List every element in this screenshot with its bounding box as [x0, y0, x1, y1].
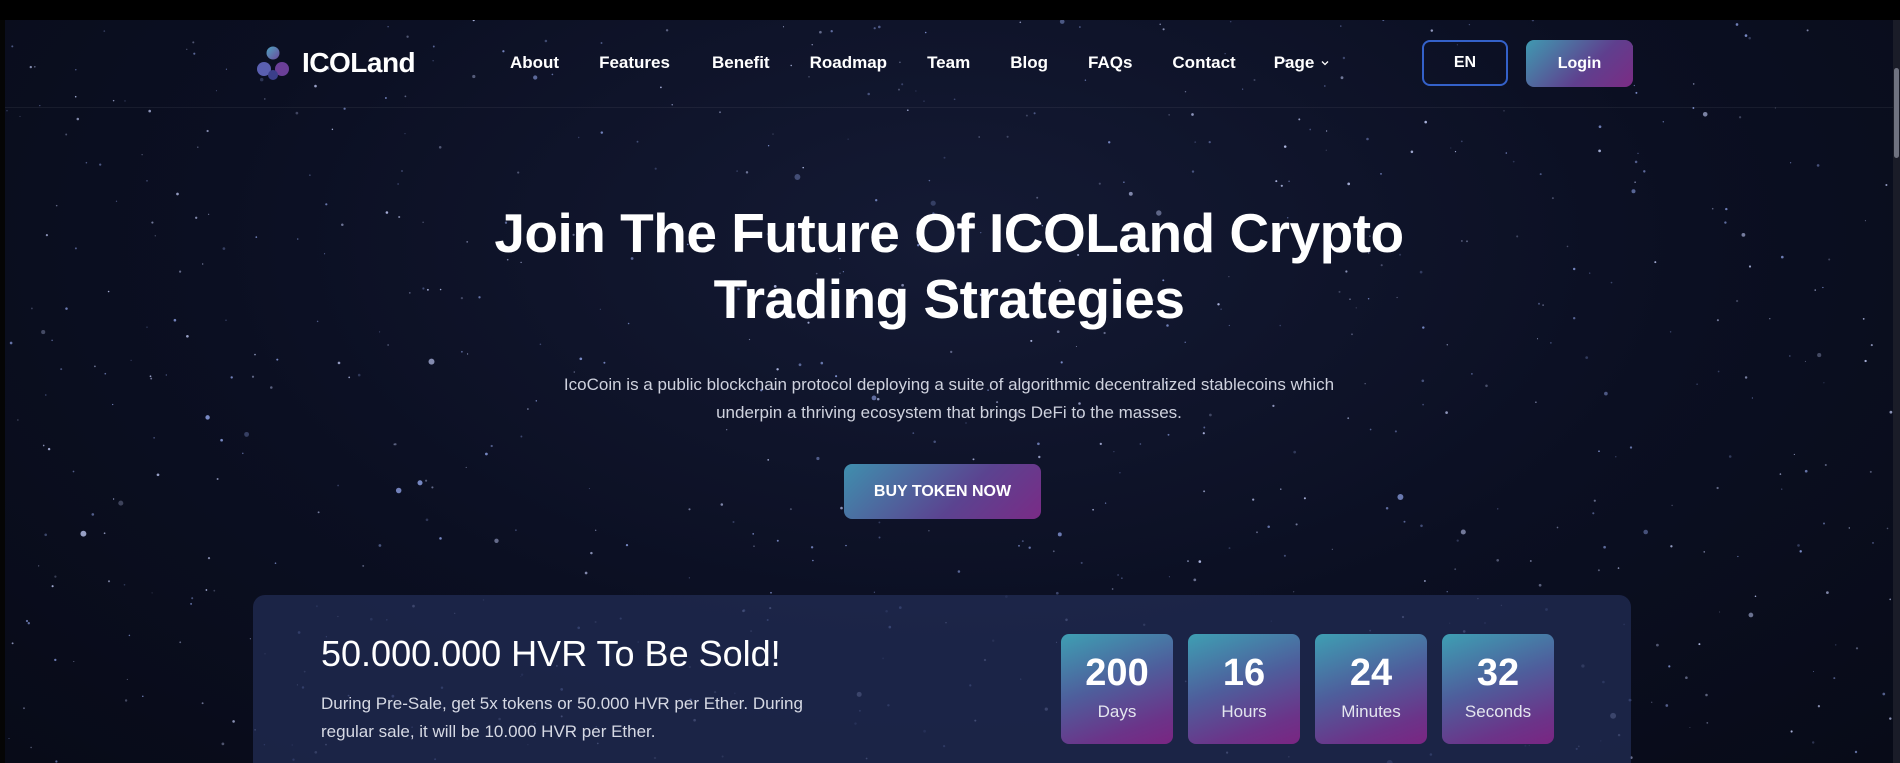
countdown-days: 200 Days [1061, 634, 1173, 744]
hero-desc-line-2: underpin a thriving ecosystem that bring… [716, 403, 1182, 422]
icoland-logo-icon [257, 46, 289, 80]
countdown-seconds: 32 Seconds [1442, 634, 1554, 744]
countdown-label: Days [1097, 702, 1137, 721]
hero-desc-line-1: IcoCoin is a public blockchain protocol … [563, 375, 1335, 394]
language-button[interactable]: EN [1422, 40, 1508, 86]
logo-text: ICOLand [302, 47, 416, 78]
nav-benefit[interactable]: Benefit [712, 53, 770, 73]
logo[interactable]: ICOLand [254, 45, 416, 81]
nav-page[interactable]: Page [1274, 53, 1331, 73]
countdown-hours: 16 Hours [1188, 634, 1300, 744]
countdown-value: 16 [1222, 652, 1266, 694]
countdown-timer: 200 Days 16 Hours 24 Minutes 32 Seconds [1061, 634, 1554, 744]
countdown-value: 32 [1476, 652, 1520, 694]
token-sale-card: 50.000.000 HVR To Be Sold! During Pre-Sa… [253, 595, 1631, 763]
hero-description: IcoCoin is a public blockchain protocol … [5, 371, 1893, 427]
nav-blog[interactable]: Blog [1010, 53, 1048, 73]
hero-title: Join The Future Of ICOLand Crypto Tradin… [5, 200, 1893, 332]
site-header: ICOLand About Features Benefit Roadmap T… [5, 20, 1893, 108]
nav-contact[interactable]: Contact [1172, 53, 1235, 73]
chevron-down-icon [1321, 61, 1329, 66]
sale-text-line-2: regular sale, it will be 10.000 HVR per … [321, 722, 656, 741]
countdown-minutes: 24 Minutes [1315, 634, 1427, 744]
main-nav: About Features Benefit Roadmap Team Blog… [510, 53, 1330, 73]
countdown-value: 24 [1349, 652, 1393, 694]
countdown-label: Seconds [1464, 702, 1532, 721]
hero-title-line-1: Join The Future Of ICOLand Crypto [494, 202, 1404, 264]
sale-description: During Pre-Sale, get 5x tokens or 50.000… [321, 690, 841, 746]
nav-team[interactable]: Team [927, 53, 970, 73]
nav-about[interactable]: About [510, 53, 559, 73]
scrollbar-thumb[interactable] [1894, 68, 1899, 158]
nav-faqs[interactable]: FAQs [1088, 53, 1132, 73]
browser-top-bar [0, 0, 1900, 20]
buy-token-button[interactable]: BUY TOKEN NOW [844, 464, 1041, 519]
nav-page-label: Page [1273, 53, 1315, 72]
nav-features[interactable]: Features [599, 53, 670, 73]
page-scrollbar[interactable] [1893, 20, 1900, 763]
sale-text-line-1: During Pre-Sale, get 5x tokens or 50.000… [321, 694, 803, 713]
login-button[interactable]: Login [1526, 40, 1633, 87]
countdown-label: Minutes [1341, 702, 1401, 721]
hero-title-line-2: Trading Strategies [713, 268, 1185, 330]
sale-title: 50.000.000 HVR To Be Sold! [321, 633, 781, 674]
countdown-value: 200 [1085, 652, 1149, 694]
nav-roadmap[interactable]: Roadmap [810, 53, 887, 73]
page-viewport: ICOLand About Features Benefit Roadmap T… [5, 20, 1893, 763]
countdown-label: Hours [1221, 702, 1267, 721]
